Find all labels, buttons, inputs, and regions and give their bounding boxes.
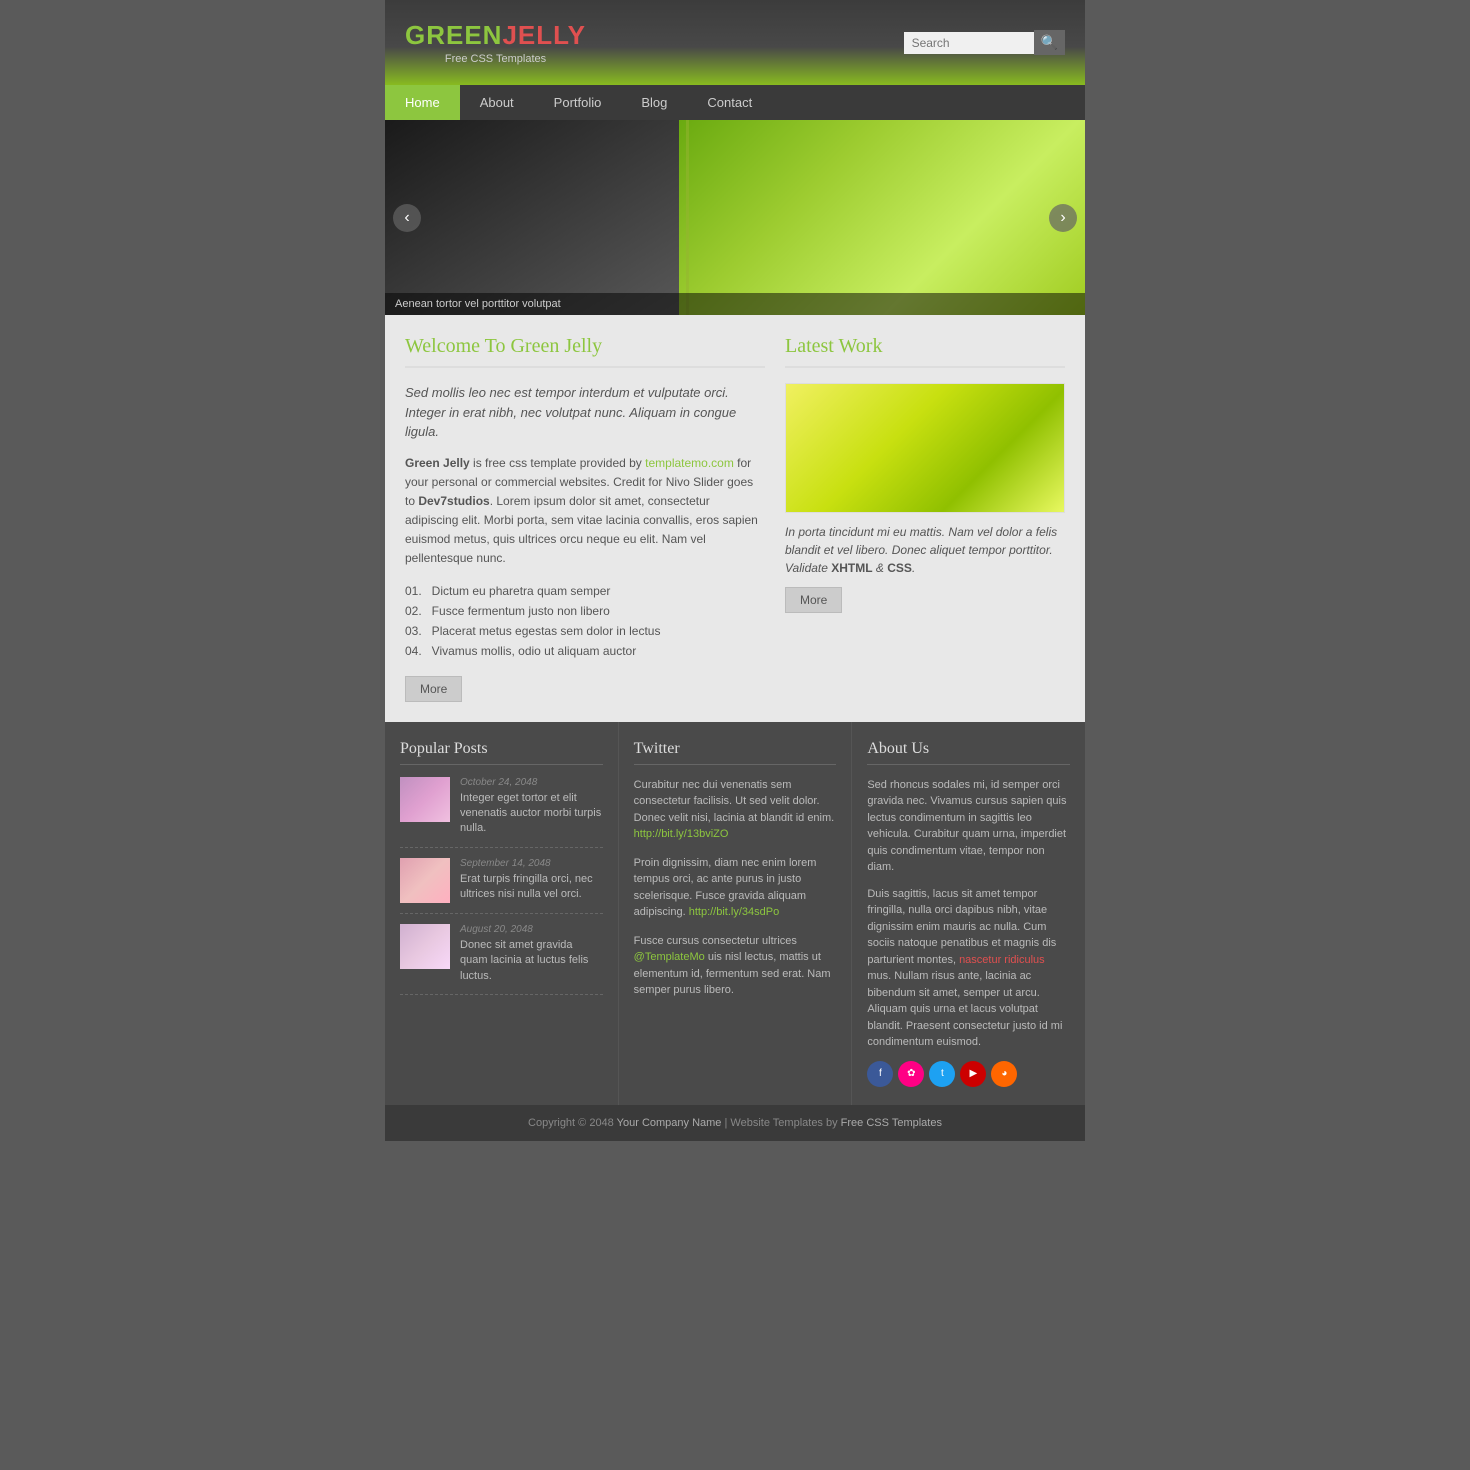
popular-posts-section: Popular Posts October 24, 2048 Integer e… xyxy=(385,722,619,1105)
tweet-2: Proin dignissim, diam nec enim lorem tem… xyxy=(634,855,837,921)
tweet-link[interactable]: http://bit.ly/34sdPo xyxy=(689,906,780,918)
post-date: October 24, 2048 xyxy=(460,777,603,788)
tweet-mention[interactable]: @TemplateMo xyxy=(634,951,705,963)
nav-home[interactable]: Home xyxy=(385,85,460,120)
tweet-link[interactable]: http://bit.ly/13bviZO xyxy=(634,828,729,840)
youtube-icon[interactable]: ▶ xyxy=(960,1061,986,1087)
nav-about[interactable]: About xyxy=(460,85,534,120)
search-button[interactable]: 🔍 xyxy=(1034,30,1065,55)
rss-icon[interactable]: ◕ xyxy=(991,1061,1017,1087)
post-item: August 20, 2048 Donec sit amet gravida q… xyxy=(400,924,603,995)
post-text: Donec sit amet gravida quam lacinia at l… xyxy=(460,938,603,984)
tweet-3: Fusce cursus consectetur ultrices @Templ… xyxy=(634,933,837,999)
slider-caption: Aenean tortor vel porttitor volutpat xyxy=(385,293,1085,315)
flickr-icon[interactable]: ✿ xyxy=(898,1061,924,1087)
twitter-icon[interactable]: t xyxy=(929,1061,955,1087)
main-nav: Home About Portfolio Blog Contact xyxy=(385,85,1085,120)
welcome-body: Green Jelly is free css template provide… xyxy=(405,454,765,569)
nav-portfolio[interactable]: Portfolio xyxy=(534,85,622,120)
template-credit: Website Templates by xyxy=(730,1117,837,1129)
twitter-title: Twitter xyxy=(634,740,837,765)
logo-jelly: JELLY xyxy=(502,20,586,50)
nav-contact[interactable]: Contact xyxy=(687,85,772,120)
post-content: October 24, 2048 Integer eget tortor et … xyxy=(460,777,603,837)
work-more-button[interactable]: More xyxy=(785,587,842,613)
post-date: September 14, 2048 xyxy=(460,858,603,869)
work-image xyxy=(785,383,1065,513)
footer-sections: Popular Posts October 24, 2048 Integer e… xyxy=(385,722,1085,1105)
post-date: August 20, 2048 xyxy=(460,924,603,935)
about-link[interactable]: nascetur ridiculus xyxy=(959,954,1045,966)
welcome-list: 01. Dictum eu pharetra quam semper 02. F… xyxy=(405,581,765,661)
slider-prev[interactable]: ‹ xyxy=(393,204,421,232)
list-item: 02. Fusce fermentum justo non libero xyxy=(405,601,765,621)
logo-subtitle: Free CSS Templates xyxy=(405,53,586,65)
hero-slider: ‹ › Aenean tortor vel porttitor volutpat xyxy=(385,120,1085,315)
about-text-1: Sed rhoncus sodales mi, id semper orci g… xyxy=(867,777,1070,876)
post-text: Integer eget tortor et elit venenatis au… xyxy=(460,791,603,837)
tweet-1: Curabitur nec dui venenatis sem consecte… xyxy=(634,777,837,843)
post-thumbnail xyxy=(400,924,450,969)
social-icons: f ✿ t ▶ ◕ xyxy=(867,1061,1070,1087)
list-item: 04. Vivamus mollis, odio ut aliquam auct… xyxy=(405,641,765,661)
welcome-more-button[interactable]: More xyxy=(405,676,462,702)
copyright-text: Copyright © 2048 xyxy=(528,1117,614,1129)
post-text: Erat turpis fringilla orci, nec ultrices… xyxy=(460,872,603,903)
post-content: September 14, 2048 Erat turpis fringilla… xyxy=(460,858,603,903)
freecss-link[interactable]: Free CSS Templates xyxy=(841,1117,942,1129)
work-caption: In porta tincidunt mi eu mattis. Nam vel… xyxy=(785,523,1065,577)
search-box: 🔍 xyxy=(904,30,1065,55)
footer-bottom: Copyright © 2048 Your Company Name | Web… xyxy=(385,1105,1085,1141)
latest-work-title: Latest Work xyxy=(785,335,1065,368)
site-logo: GREENJELLY Free CSS Templates xyxy=(405,20,586,65)
welcome-title: Welcome To Green Jelly xyxy=(405,335,765,368)
logo-green: GREEN xyxy=(405,20,502,50)
templatemo-link[interactable]: templatemo.com xyxy=(645,456,734,470)
welcome-intro: Sed mollis leo nec est tempor interdum e… xyxy=(405,383,765,442)
popular-posts-title: Popular Posts xyxy=(400,740,603,765)
company-link[interactable]: Your Company Name xyxy=(617,1117,722,1129)
latest-work-section: Latest Work In porta tincidunt mi eu mat… xyxy=(785,335,1065,702)
about-text-2: Duis sagittis, lacus sit amet tempor fri… xyxy=(867,886,1070,1051)
search-input[interactable] xyxy=(904,32,1034,54)
post-item: September 14, 2048 Erat turpis fringilla… xyxy=(400,858,603,914)
post-item: October 24, 2048 Integer eget tortor et … xyxy=(400,777,603,848)
welcome-section: Welcome To Green Jelly Sed mollis leo ne… xyxy=(405,335,765,702)
main-content: Welcome To Green Jelly Sed mollis leo ne… xyxy=(385,315,1085,722)
twitter-section: Twitter Curabitur nec dui venenatis sem … xyxy=(619,722,853,1105)
list-item: 01. Dictum eu pharetra quam semper xyxy=(405,581,765,601)
nav-blog[interactable]: Blog xyxy=(621,85,687,120)
post-thumbnail xyxy=(400,777,450,822)
post-thumbnail xyxy=(400,858,450,903)
post-content: August 20, 2048 Donec sit amet gravida q… xyxy=(460,924,603,984)
about-us-section: About Us Sed rhoncus sodales mi, id semp… xyxy=(852,722,1085,1105)
facebook-icon[interactable]: f xyxy=(867,1061,893,1087)
list-item: 03. Placerat metus egestas sem dolor in … xyxy=(405,621,765,641)
about-us-title: About Us xyxy=(867,740,1070,765)
slider-next[interactable]: › xyxy=(1049,204,1077,232)
